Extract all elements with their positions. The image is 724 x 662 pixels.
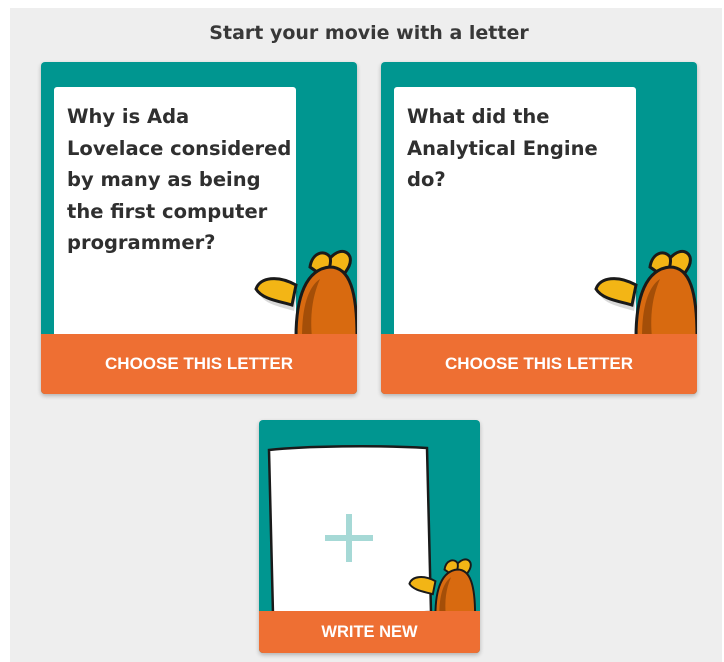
letter-question-text: Why is Ada Lovelace considered by many a…: [67, 105, 292, 254]
choose-letter-button[interactable]: CHOOSE THIS LETTER: [381, 334, 697, 394]
letter-question-text: What did the Analytical Engine do?: [407, 105, 598, 191]
mascot-illustration: [594, 249, 697, 337]
write-new-card[interactable]: WRITE NEW: [259, 420, 480, 653]
write-new-button[interactable]: WRITE NEW: [259, 611, 480, 653]
choose-letter-button[interactable]: CHOOSE THIS LETTER: [41, 334, 357, 394]
mascot-illustration: [408, 558, 477, 615]
page-title: Start your movie with a letter: [209, 22, 529, 44]
mascot-illustration: [254, 249, 357, 337]
letter-card-2[interactable]: What did the Analytical Engine do? CHOOS…: [381, 62, 697, 394]
letter-card-1[interactable]: Why is Ada Lovelace considered by many a…: [41, 62, 357, 394]
